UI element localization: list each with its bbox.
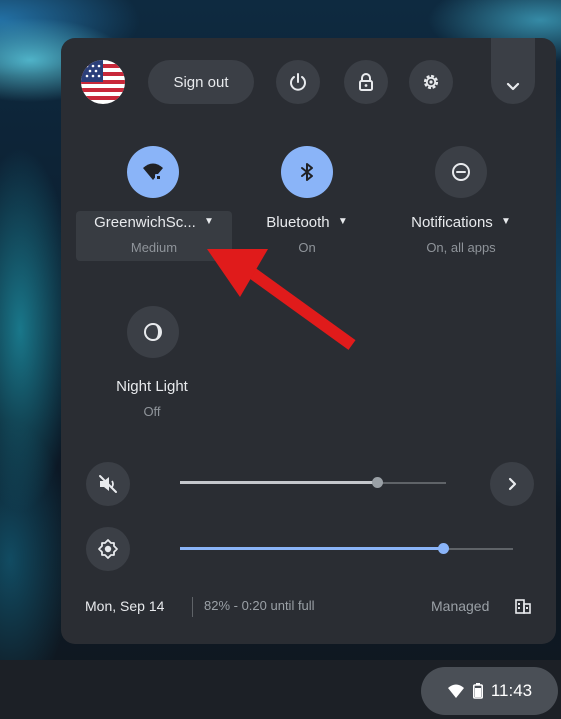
tray-time: 11:43 <box>490 681 533 700</box>
red-annotation-arrow <box>207 249 356 350</box>
status-tray[interactable]: 11:43 <box>421 667 558 715</box>
wifi-icon <box>447 684 464 698</box>
battery-icon <box>472 683 483 699</box>
